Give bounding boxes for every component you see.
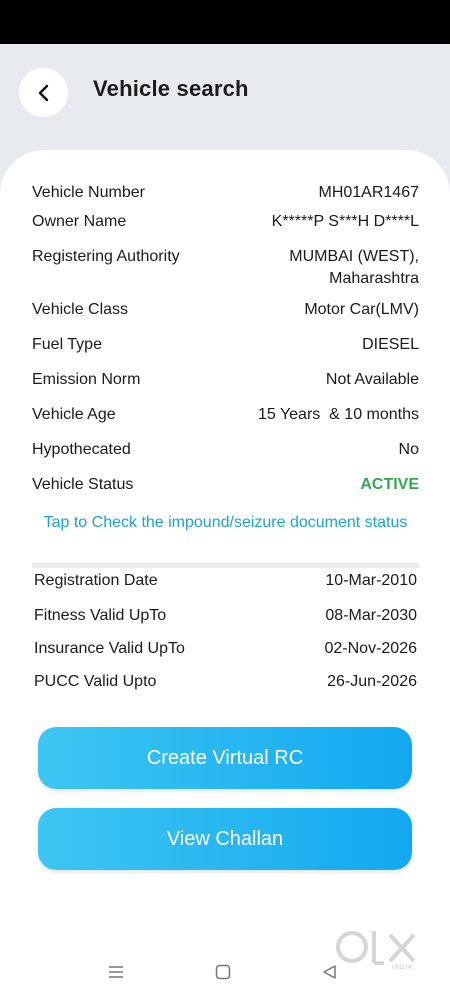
validity-label: Fitness Valid UpTo: [34, 607, 167, 624]
validity-row-registration-date: Registration Date 10-Mar-2010: [34, 570, 417, 592]
validity-value: 26-Jun-2026: [327, 673, 417, 690]
detail-label: Vehicle Number: [32, 184, 145, 201]
page-title: Vehicle search: [93, 76, 249, 101]
create-virtual-rc-button[interactable]: Create Virtual RC: [38, 727, 412, 789]
view-challan-button[interactable]: View Challan: [38, 808, 412, 870]
detail-label: Vehicle Class: [32, 301, 129, 318]
detail-value: No: [398, 441, 419, 458]
detail-row-registering-authority: Registering Authority MUMBAI (WEST), Mah…: [32, 246, 419, 290]
detail-row-vehicle-class: Vehicle Class Motor Car(LMV): [32, 299, 419, 321]
detail-value: MH01AR1467: [318, 184, 420, 201]
validity-label: Registration Date: [34, 572, 158, 589]
back-button[interactable]: [19, 68, 68, 117]
validity-value: 02-Nov-2026: [324, 640, 418, 657]
menu-icon[interactable]: [107, 963, 125, 981]
detail-label: Registering Authority: [32, 248, 180, 265]
vehicle-details-card: Vehicle Number MH01AR1467 Owner Name K**…: [0, 150, 450, 1000]
detail-label: Emission Norm: [32, 371, 141, 388]
status-badge: ACTIVE: [360, 476, 419, 493]
detail-value: DIESEL: [362, 336, 419, 353]
detail-value: 15 Years & 10 months: [258, 406, 419, 423]
impound-check-link[interactable]: Tap to Check the impound/seizure documen…: [32, 512, 419, 534]
detail-label: Vehicle Status: [32, 476, 134, 493]
detail-value: Motor Car(LMV): [304, 301, 419, 318]
detail-row-owner-name: Owner Name K*****P S***H D****L: [32, 211, 419, 233]
validity-row-insurance: Insurance Valid UpTo 02-Nov-2026: [34, 638, 417, 660]
detail-row-fuel-type: Fuel Type DIESEL: [32, 334, 419, 356]
detail-value: Not Available: [325, 371, 419, 388]
validity-label: PUCC Valid Upto: [34, 673, 157, 690]
home-square-icon[interactable]: [214, 963, 232, 981]
detail-label: Hypothecated: [32, 441, 131, 458]
chevron-left-icon: [38, 84, 48, 101]
detail-label: Vehicle Age: [32, 406, 116, 423]
detail-label: Owner Name: [32, 213, 127, 230]
status-bar: [0, 0, 450, 44]
validity-row-fitness: Fitness Valid UpTo 08-Mar-2030: [34, 605, 417, 627]
validity-value: 08-Mar-2030: [325, 607, 417, 624]
back-triangle-icon[interactable]: [321, 963, 339, 981]
divider: [32, 563, 419, 568]
detail-row-emission-norm: Emission Norm Not Available: [32, 369, 419, 391]
detail-row-vehicle-age: Vehicle Age 15 Years & 10 months: [32, 404, 419, 426]
detail-row-hypothecated: Hypothecated No: [32, 439, 419, 461]
detail-label: Fuel Type: [32, 336, 102, 353]
header: Vehicle search: [0, 44, 450, 154]
detail-value: K*****P S***H D****L: [271, 213, 419, 230]
validity-row-pucc: PUCC Valid Upto 26-Jun-2026: [34, 671, 417, 693]
system-nav-bar: [0, 955, 450, 1000]
detail-row-vehicle-status: Vehicle Status ACTIVE: [32, 474, 419, 496]
detail-value: MUMBAI (WEST), Maharashtra: [289, 248, 419, 287]
validity-label: Insurance Valid UpTo: [34, 640, 185, 657]
detail-row-vehicle-number: Vehicle Number MH01AR1467: [32, 182, 419, 204]
validity-value: 10-Mar-2010: [325, 572, 417, 589]
